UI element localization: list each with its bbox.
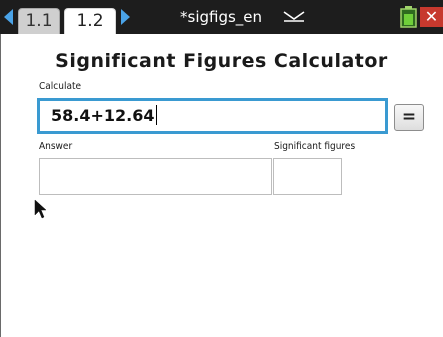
mouse-pointer-icon — [34, 199, 47, 219]
page-title: Significant Figures Calculator — [55, 50, 388, 72]
document-title[interactable]: *sigfigs_en — [180, 8, 262, 26]
close-icon[interactable]: ✕ — [420, 7, 443, 27]
answer-field[interactable] — [39, 158, 272, 195]
battery-icon — [400, 6, 417, 28]
significant-figures-label: Significant figures — [274, 141, 356, 152]
nav-right-icon[interactable] — [121, 9, 130, 25]
significant-figures-field[interactable] — [273, 158, 342, 195]
text-caret — [155, 105, 157, 125]
nav-left-icon[interactable] — [4, 9, 13, 25]
equals-button[interactable]: = — [394, 104, 424, 131]
answer-label: Answer — [39, 141, 73, 152]
tab-1-2[interactable]: 1.2 — [64, 8, 116, 34]
calculate-input-text: 58.4+12.64 — [51, 106, 155, 125]
calculate-input[interactable]: 58.4+12.64 — [37, 98, 388, 134]
tab-1-1[interactable]: 1.1 — [18, 8, 60, 34]
window-left-edge — [0, 34, 1, 337]
title-bar: 1.1 1.2 *sigfigs_en ✕ — [0, 0, 443, 34]
calculate-label: Calculate — [39, 81, 82, 92]
dropdown-chevron-icon[interactable] — [283, 10, 305, 22]
